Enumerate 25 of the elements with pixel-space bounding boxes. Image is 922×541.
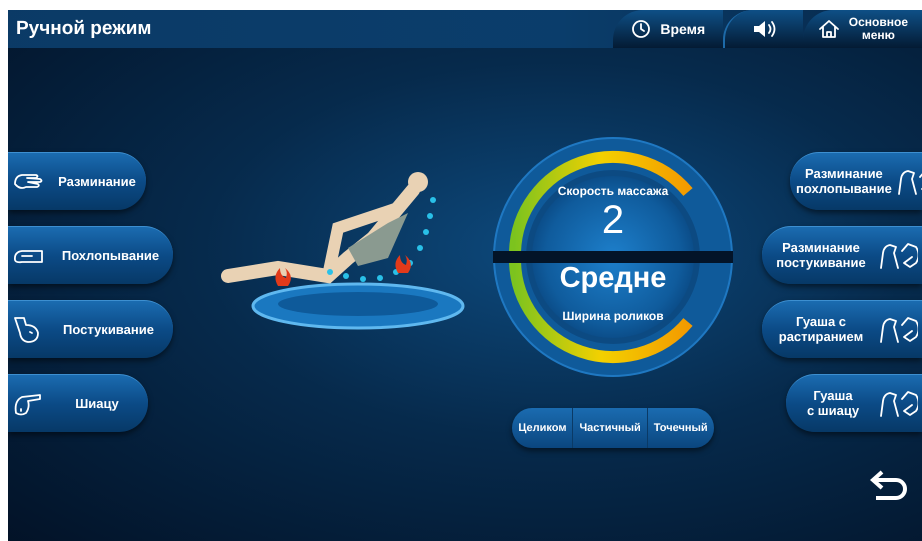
hands-icon xyxy=(878,314,918,344)
hands-icon xyxy=(878,388,918,418)
massage-mode-button[interactable]: Похлопывание xyxy=(8,226,173,284)
combo-mode-button[interactable]: Гуаша с шиацу xyxy=(786,374,922,432)
massage-mode-button[interactable]: Шиацу xyxy=(8,374,148,432)
massage-mode-button[interactable]: Разминание xyxy=(8,152,146,210)
hands-icon xyxy=(878,240,918,270)
mode-tab[interactable]: Точечный xyxy=(646,408,714,448)
fist-icon xyxy=(12,314,42,344)
massage-mode-button[interactable]: Постукивание xyxy=(8,300,173,358)
speed-label: Скорость массажа xyxy=(558,183,668,200)
mode-tab[interactable]: Частичный xyxy=(572,408,647,448)
combo-mode-button[interactable]: Разминание постукивание xyxy=(762,226,922,284)
time-button[interactable]: Время xyxy=(612,10,723,48)
combo-mode-button[interactable]: Гуаша с растиранием xyxy=(762,300,922,358)
back-icon[interactable] xyxy=(870,468,908,500)
home-icon xyxy=(816,18,841,40)
speed-value: 2 xyxy=(602,200,624,240)
main-menu-button[interactable]: Основное меню xyxy=(802,10,922,48)
roller-width-label: Ширина роликов xyxy=(562,308,664,325)
clock-icon xyxy=(630,18,652,40)
page-title: Ручной режим xyxy=(15,16,152,41)
roller-width-value: Средне xyxy=(560,264,666,293)
mode-tab[interactable]: Целиком xyxy=(512,408,572,448)
combo-mode-button[interactable]: Разминание похлопывание xyxy=(790,152,922,210)
